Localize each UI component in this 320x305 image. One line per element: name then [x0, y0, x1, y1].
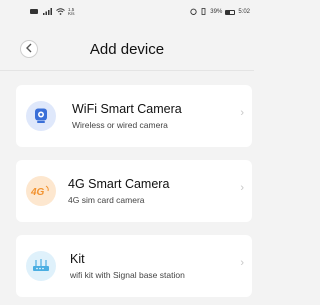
- chevron-right-icon: ›: [240, 107, 244, 119]
- chevron-right-icon: ›: [240, 182, 244, 194]
- network-speed: 1.5 K/s: [68, 7, 75, 16]
- header: Add device: [0, 34, 254, 64]
- clock: 5:02: [238, 9, 250, 15]
- chevron-right-icon: ›: [240, 257, 244, 269]
- camera-icon: [26, 101, 56, 131]
- device-subtitle: Wireless or wired camera: [72, 120, 168, 130]
- back-button[interactable]: [20, 40, 38, 58]
- wifi-icon: [56, 7, 65, 17]
- signal-icon: [43, 7, 53, 17]
- status-right: 39% 5:02: [190, 7, 250, 17]
- device-subtitle: 4G sim card camera: [68, 195, 145, 205]
- device-title: 4G Smart Camera: [68, 177, 170, 191]
- svg-text:4G: 4G: [30, 187, 45, 198]
- status-bar: 1.5 K/s 39% 5:02: [0, 0, 254, 24]
- device-title: Kit: [70, 252, 85, 266]
- page-title: Add device: [89, 40, 165, 58]
- battery-icon: [225, 9, 236, 15]
- device-option-4g-camera[interactable]: 4G 4G Smart Camera 4G sim card camera ›: [16, 160, 252, 222]
- 4g-icon: 4G: [26, 176, 56, 206]
- device-subtitle: wifi kit with Signal base station: [70, 270, 185, 280]
- alarm-icon: [190, 8, 197, 17]
- header-divider: [0, 70, 254, 71]
- chevron-left-icon: [25, 43, 33, 55]
- vibrate-icon: [200, 7, 207, 17]
- device-option-wifi-camera[interactable]: WiFi Smart Camera Wireless or wired came…: [16, 85, 252, 147]
- sim-icon: [30, 8, 40, 17]
- device-option-kit[interactable]: Kit wifi kit with Signal base station ›: [16, 235, 252, 297]
- status-left: 1.5 K/s: [30, 7, 75, 17]
- battery-percent: 39%: [210, 9, 223, 15]
- router-icon: [26, 251, 56, 281]
- device-title: WiFi Smart Camera: [72, 102, 182, 116]
